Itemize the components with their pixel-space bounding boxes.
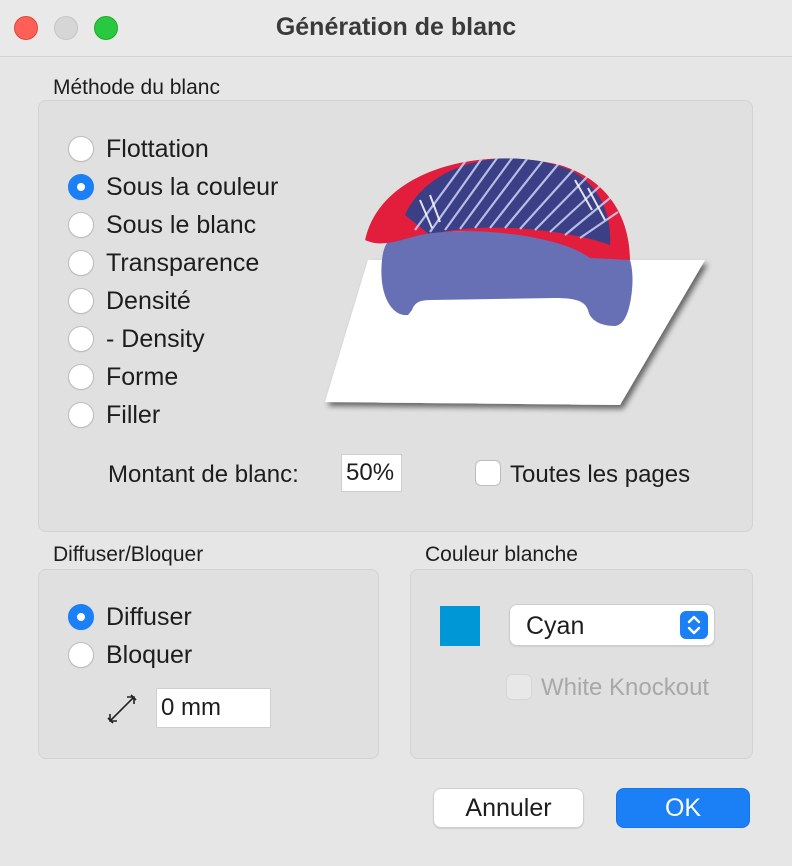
radio-bloquer[interactable]: Bloquer bbox=[68, 640, 192, 670]
white-knockout-label: White Knockout bbox=[541, 674, 710, 701]
radio-label: Densité bbox=[106, 286, 191, 315]
ok-button[interactable]: OK bbox=[616, 788, 750, 828]
radio-diffuser[interactable]: Diffuser bbox=[68, 602, 192, 632]
radio-density[interactable]: - Density bbox=[68, 324, 205, 354]
cancel-button[interactable]: Annuler bbox=[433, 788, 584, 828]
amount-label: Montant de blanc: bbox=[108, 461, 299, 488]
radio-densite[interactable]: Densité bbox=[68, 286, 191, 316]
white-knockout-checkbox[interactable] bbox=[506, 674, 532, 700]
radio-label: Forme bbox=[106, 362, 179, 391]
method-section-label: Méthode du blanc bbox=[53, 76, 220, 99]
title-bar: Génération de blanc bbox=[0, 0, 792, 57]
radio-label: Diffuser bbox=[106, 602, 192, 631]
color-select[interactable]: Cyan bbox=[509, 604, 715, 646]
radio-label: Transparence bbox=[106, 248, 260, 277]
all-pages-checkbox[interactable] bbox=[475, 460, 501, 486]
radio-button[interactable] bbox=[68, 136, 94, 162]
radio-button[interactable] bbox=[68, 250, 94, 276]
radio-label: Sous le blanc bbox=[106, 210, 257, 239]
radio-forme[interactable]: Forme bbox=[68, 362, 178, 392]
resize-diagonal-icon bbox=[107, 694, 137, 724]
radio-label: Sous la couleur bbox=[106, 172, 279, 201]
radio-filler[interactable]: Filler bbox=[68, 400, 160, 430]
white-generation-preview-image bbox=[325, 158, 705, 405]
distance-input[interactable]: 0 mm bbox=[156, 688, 271, 728]
radio-transparence[interactable]: Transparence bbox=[68, 248, 259, 278]
color-section-label: Couleur blanche bbox=[425, 543, 578, 566]
diffuse-section-label: Diffuser/Bloquer bbox=[53, 543, 204, 566]
radio-button[interactable] bbox=[68, 642, 94, 668]
color-select-value: Cyan bbox=[526, 612, 585, 640]
radio-label: - Density bbox=[106, 324, 205, 353]
radio-sous-le-blanc[interactable]: Sous le blanc bbox=[68, 210, 256, 240]
color-swatch bbox=[440, 606, 480, 646]
radio-button[interactable] bbox=[68, 212, 94, 238]
radio-button-selected[interactable] bbox=[68, 604, 94, 630]
radio-button[interactable] bbox=[68, 288, 94, 314]
radio-label: Flottation bbox=[106, 134, 209, 163]
radio-flottation[interactable]: Flottation bbox=[68, 134, 209, 164]
all-pages-label: Toutes les pages bbox=[510, 461, 691, 488]
radio-button[interactable] bbox=[68, 326, 94, 352]
radio-button[interactable] bbox=[68, 402, 94, 428]
color-group bbox=[410, 569, 753, 759]
radio-sous-la-couleur[interactable]: Sous la couleur bbox=[68, 172, 278, 202]
chevron-up-down-icon[interactable] bbox=[680, 611, 708, 639]
radio-label: Bloquer bbox=[106, 640, 193, 669]
radio-label: Filler bbox=[106, 400, 161, 429]
window-title: Génération de blanc bbox=[275, 13, 517, 41]
radio-button[interactable] bbox=[68, 364, 94, 390]
amount-input[interactable]: 50% bbox=[341, 454, 402, 492]
radio-button-selected[interactable] bbox=[68, 174, 94, 200]
